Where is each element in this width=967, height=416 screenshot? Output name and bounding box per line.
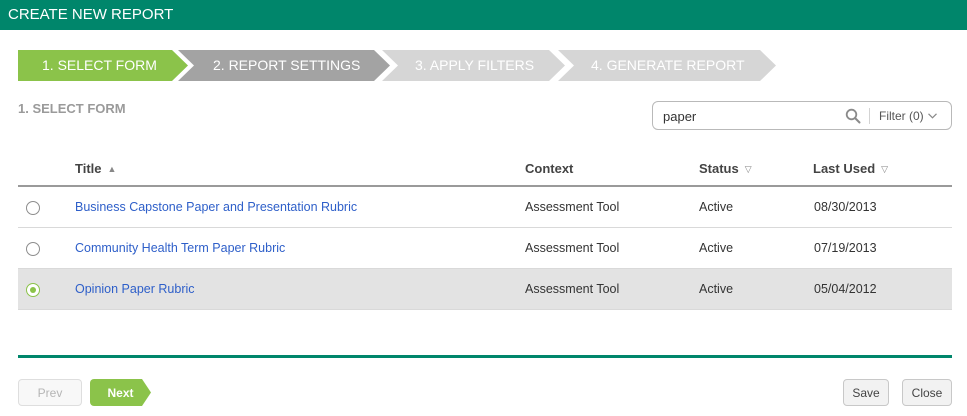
row-radio[interactable] (26, 242, 40, 256)
search-divider (869, 108, 870, 124)
row-title-link[interactable]: Opinion Paper Rubric (75, 282, 195, 296)
filter-label: Filter (0) (879, 109, 924, 123)
table-row[interactable]: Community Health Term Paper Rubric Asses… (18, 228, 952, 269)
wizard-step-report-settings[interactable]: 2. REPORT SETTINGS (178, 50, 390, 81)
search-icon[interactable] (845, 108, 861, 124)
column-header-last-used[interactable]: Last Used ▽ (813, 161, 888, 176)
row-last-used: 05/04/2012 (814, 282, 877, 296)
wizard-steps: 1. SELECT FORM 2. REPORT SETTINGS 3. APP… (18, 50, 778, 81)
table-header: Title ▲ Context Status ▽ Last Used ▽ (18, 150, 952, 187)
dialog-title: CREATE NEW REPORT (8, 6, 174, 23)
save-button[interactable]: Save (843, 379, 889, 406)
wizard-step-select-form[interactable]: 1. SELECT FORM (18, 50, 188, 81)
chevron-down-icon (927, 102, 937, 129)
row-status: Active (699, 282, 734, 296)
row-context: Assessment Tool (525, 282, 620, 296)
row-status: Active (699, 241, 734, 255)
close-button[interactable]: Close (902, 379, 952, 406)
search-input[interactable] (663, 107, 843, 125)
row-title-link[interactable]: Business Capstone Paper and Presentation… (75, 200, 357, 214)
next-button[interactable]: Next (90, 379, 151, 406)
search-box: Filter (0) (652, 101, 952, 130)
filter-button[interactable]: Filter (0) (879, 102, 937, 129)
prev-button[interactable]: Prev (18, 379, 82, 406)
section-title: 1. SELECT FORM (18, 101, 126, 116)
wizard-step-generate-report[interactable]: 4. GENERATE REPORT (558, 50, 776, 81)
column-header-status[interactable]: Status ▽ (699, 161, 752, 176)
row-status: Active (699, 200, 734, 214)
sort-icon: ▽ (744, 164, 752, 174)
column-header-context: Context (525, 161, 574, 176)
table-row-selected[interactable]: Opinion Paper Rubric Assessment Tool Act… (18, 269, 952, 310)
sort-icon: ▽ (881, 164, 889, 174)
row-context: Assessment Tool (525, 200, 620, 214)
sort-asc-icon: ▲ (107, 164, 117, 174)
footer-divider (18, 355, 952, 358)
column-header-title[interactable]: Title ▲ (75, 161, 116, 176)
table-row[interactable]: Business Capstone Paper and Presentation… (18, 187, 952, 228)
forms-table: Title ▲ Context Status ▽ Last Used ▽ Busine… (18, 150, 952, 310)
row-context: Assessment Tool (525, 241, 620, 255)
row-last-used: 07/19/2013 (814, 241, 877, 255)
row-radio-selected[interactable] (26, 283, 40, 297)
dialog-header: CREATE NEW REPORT (0, 0, 967, 30)
row-title-link[interactable]: Community Health Term Paper Rubric (75, 241, 285, 255)
wizard-step-apply-filters[interactable]: 3. APPLY FILTERS (382, 50, 565, 81)
row-radio[interactable] (26, 201, 40, 215)
row-last-used: 08/30/2013 (814, 200, 877, 214)
